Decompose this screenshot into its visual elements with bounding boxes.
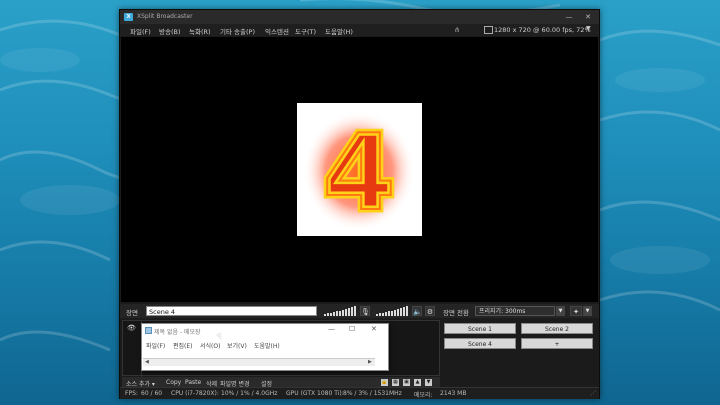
- menu-tools[interactable]: 도구(T): [295, 26, 316, 36]
- menu-file[interactable]: 파일(F): [130, 26, 151, 36]
- notepad-menu-file[interactable]: 파일(F): [146, 341, 165, 350]
- layout-icon[interactable]: ▣: [403, 379, 410, 386]
- monitor-icon: [484, 26, 493, 34]
- gpu-value: 8% / 3% / 1531MHz: [343, 390, 402, 397]
- notepad-window[interactable]: 제목 없음 - 메모장 — ☐ ✕ 파일(F) 편집(E) 서식(O) 보기(V…: [141, 323, 389, 371]
- notepad-horizontal-scrollbar[interactable]: ◀ ▶: [143, 358, 375, 366]
- window-title: XSplit Broadcaster: [137, 13, 193, 20]
- move-up-icon[interactable]: ▲: [414, 379, 421, 386]
- neon-digit-inner: 4: [322, 112, 395, 234]
- microphone-icon[interactable]: 🎙: [360, 306, 370, 316]
- scene-label: 장면: [126, 309, 138, 317]
- fps-value: 60 / 60: [141, 390, 163, 397]
- scroll-right-icon[interactable]: ▶: [368, 359, 372, 366]
- scene-tools-icon[interactable]: ✦: [570, 306, 582, 316]
- notepad-close-button[interactable]: ✕: [371, 325, 377, 333]
- cpu-value: 10% / 1% / 4.0GHz: [221, 390, 278, 397]
- speaker-volume-meter[interactable]: [376, 306, 410, 316]
- menu-broadcast[interactable]: 방송(B): [159, 26, 181, 36]
- add-scene-button[interactable]: +: [521, 338, 593, 349]
- scene-name-input[interactable]: Scene 4: [146, 306, 317, 316]
- gear-icon[interactable]: ⚙: [425, 306, 435, 316]
- scene-2-button[interactable]: Scene 2: [521, 323, 593, 334]
- notepad-maximize-button[interactable]: ☐: [349, 325, 355, 333]
- speaker-icon[interactable]: 🔈: [412, 306, 422, 316]
- app-logo-icon: X: [124, 13, 133, 21]
- notepad-title: 제목 없음 - 메모장: [154, 329, 201, 336]
- resize-grip-icon[interactable]: ⋰: [590, 390, 596, 397]
- notepad-minimize-button[interactable]: —: [328, 325, 335, 333]
- menu-bar: 파일(F) 방송(B) 녹화(R) 기타 송출(P) 익스텐션 도구(T) 도움…: [120, 24, 599, 36]
- move-down-icon[interactable]: ▼: [425, 379, 432, 386]
- menu-help[interactable]: 도움말(H): [325, 26, 353, 36]
- share-icon[interactable]: ⋔: [454, 26, 462, 34]
- title-bar[interactable]: X XSplit Broadcaster — ✕: [120, 10, 599, 24]
- notepad-menu-view[interactable]: 보기(V): [227, 341, 247, 350]
- scene-4-button[interactable]: Scene 4: [444, 338, 516, 349]
- scene-tools-dropdown-icon[interactable]: ▼: [583, 306, 592, 316]
- memory-value: 2143 MB: [440, 390, 467, 397]
- resolution-readout[interactable]: 1280 x 720 @ 60.00 fps, 72%: [494, 26, 591, 34]
- menu-output[interactable]: 기타 송출(P): [220, 26, 255, 36]
- scene-bar: 장면 Scene 4 🎙 🔈 ⚙ 장면 전환 프리지기: 300ms ▼ ✦ ▼: [120, 304, 599, 318]
- close-button[interactable]: ✕: [579, 10, 597, 24]
- transition-label: 장면 전환: [443, 309, 469, 317]
- eye-icon[interactable]: 👁: [127, 324, 136, 332]
- canvas-source-image[interactable]: 4 4: [297, 103, 422, 236]
- notepad-menu-help[interactable]: 도움말(H): [254, 341, 280, 350]
- grid-icon[interactable]: ▦: [392, 379, 399, 386]
- menu-extensions[interactable]: 익스텐션: [265, 26, 289, 36]
- mic-volume-meter[interactable]: [324, 306, 358, 316]
- scene-grid: Scene 1 Scene 2 Scene 4 +: [443, 320, 597, 378]
- scroll-left-icon[interactable]: ◀: [145, 359, 149, 366]
- preview-canvas[interactable]: 4 4: [121, 37, 598, 302]
- chevron-down-icon[interactable]: ▼: [586, 25, 591, 32]
- notepad-menu-edit[interactable]: 편집(E): [173, 341, 193, 350]
- cpu-label: CPU (i7-7820X):: [171, 390, 219, 397]
- menu-record[interactable]: 녹화(R): [189, 26, 211, 36]
- copy-button[interactable]: Copy: [166, 379, 181, 386]
- memory-label: 메모리:: [414, 392, 433, 399]
- fps-label: FPS:: [125, 390, 138, 397]
- minimize-button[interactable]: —: [560, 10, 578, 24]
- transition-dropdown-icon[interactable]: ▼: [556, 306, 565, 316]
- paste-button[interactable]: Paste: [185, 379, 201, 386]
- notepad-icon: [145, 327, 152, 334]
- transition-select[interactable]: 프리지기: 300ms: [475, 306, 555, 316]
- gpu-label: GPU (GTX 1080 Ti):: [286, 390, 344, 397]
- scene-1-button[interactable]: Scene 1: [444, 323, 516, 334]
- notepad-menu-format[interactable]: 서식(O): [200, 341, 220, 350]
- status-bar: FPS: 60 / 60 CPU (i7-7820X): 10% / 1% / …: [120, 387, 599, 399]
- lock-icon[interactable]: 🔒: [381, 379, 388, 386]
